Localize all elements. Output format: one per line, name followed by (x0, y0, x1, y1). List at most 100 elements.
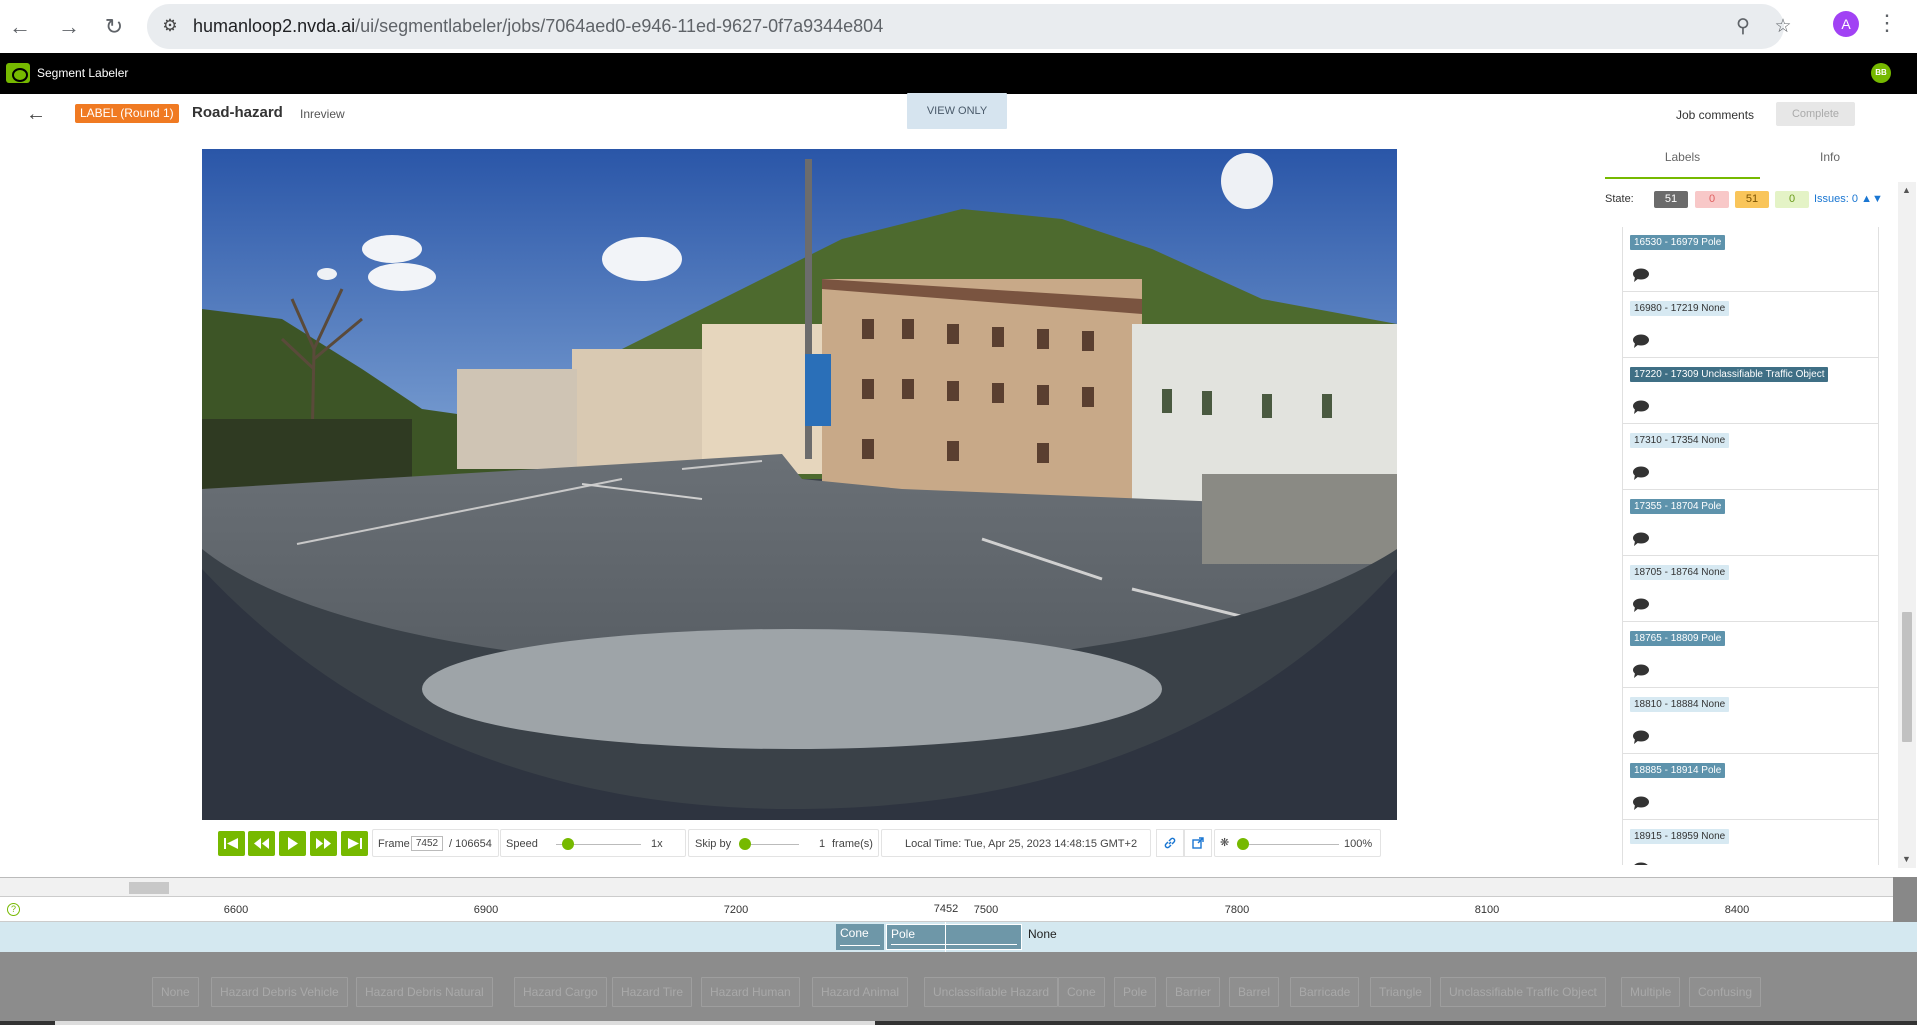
bookmark-star-icon[interactable]: ☆ (1771, 15, 1795, 39)
brightness-slider-knob[interactable] (1237, 838, 1249, 850)
segment-none[interactable]: None (1028, 927, 1057, 941)
segment-pole[interactable]: Pole (886, 924, 1022, 950)
view-only-button[interactable]: VIEW ONLY (907, 93, 1007, 129)
tab-info[interactable]: Info (1760, 145, 1900, 179)
class-button-hazard-animal[interactable]: Hazard Animal (812, 977, 909, 1007)
class-button-cone[interactable]: Cone (1058, 977, 1105, 1007)
label-list-item[interactable]: 18915 - 18959 None (1623, 820, 1878, 865)
comment-icon[interactable] (1632, 532, 1650, 546)
state-chip-done[interactable]: 0 (1775, 191, 1809, 208)
link-icon[interactable] (1156, 829, 1184, 857)
state-chip-total[interactable]: 51 (1654, 191, 1688, 208)
scrollbar-thumb[interactable] (1902, 612, 1912, 742)
label-list-item[interactable]: 18765 - 18809 Pole (1623, 622, 1878, 688)
label-list-item[interactable]: 17355 - 18704 Pole (1623, 490, 1878, 556)
class-button-multiple[interactable]: Multiple (1621, 977, 1681, 1007)
label-range-tag[interactable]: 18705 - 18764 None (1630, 565, 1730, 580)
label-range-tag[interactable]: 18915 - 18959 None (1630, 829, 1730, 844)
address-bar[interactable]: ⚙ humanloop2.nvda.ai/ui/segmentlabeler/j… (147, 4, 1792, 49)
issues-up-icon[interactable]: ▲ (1861, 193, 1872, 205)
brightness-icon: ❋ (1220, 837, 1230, 849)
back-arrow-icon[interactable]: ← (26, 103, 46, 126)
label-list-item[interactable]: 17220 - 17309 Unclassifiable Traffic Obj… (1623, 358, 1878, 424)
timeline-scrollbar-thumb[interactable] (129, 882, 169, 894)
issues-down-icon[interactable]: ▼ (1872, 193, 1883, 205)
scroll-down-icon[interactable]: ▼ (1902, 854, 1911, 864)
zoom-icon[interactable]: ⚲ (1731, 15, 1755, 39)
issues-count[interactable]: Issues: 0 ▲▼ (1814, 193, 1883, 205)
class-button-hazard-tire[interactable]: Hazard Tire (612, 977, 693, 1007)
comment-icon[interactable] (1632, 862, 1650, 865)
label-list-item[interactable]: 18810 - 18884 None (1623, 688, 1878, 754)
comment-icon[interactable] (1632, 598, 1650, 612)
job-comments-link[interactable]: Job comments (1676, 108, 1754, 122)
frame-input[interactable]: 7452 (411, 836, 443, 851)
comment-icon[interactable] (1632, 730, 1650, 744)
state-chip-error[interactable]: 0 (1695, 191, 1729, 208)
class-button-triangle[interactable]: Triangle (1370, 977, 1431, 1007)
segment-cone[interactable]: Cone (836, 924, 884, 950)
label-range-tag[interactable]: 18765 - 18809 Pole (1630, 631, 1726, 646)
label-range-tag[interactable]: 17220 - 17309 Unclassifiable Traffic Obj… (1630, 367, 1829, 382)
help-icon[interactable]: ? (7, 903, 20, 916)
tab-labels[interactable]: Labels (1605, 145, 1760, 179)
comment-icon[interactable] (1632, 268, 1650, 282)
tick-label: 8400 (1724, 904, 1750, 916)
label-range-tag[interactable]: 18810 - 18884 None (1630, 697, 1730, 712)
label-range-tag[interactable]: 16980 - 17219 None (1630, 301, 1730, 316)
class-button-hazard-human[interactable]: Hazard Human (701, 977, 800, 1007)
class-button-confusing[interactable]: Confusing (1689, 977, 1762, 1007)
class-button-none[interactable]: None (152, 977, 199, 1007)
scroll-up-icon[interactable]: ▲ (1902, 185, 1911, 195)
class-button-barrier[interactable]: Barrier (1166, 977, 1221, 1007)
user-avatar[interactable]: BB (1871, 63, 1891, 83)
rewind-button[interactable] (248, 831, 275, 856)
speed-slider-knob[interactable] (562, 838, 574, 850)
class-button-unclassifiable-hazard[interactable]: Unclassifiable Hazard (924, 977, 1059, 1007)
comment-icon[interactable] (1632, 664, 1650, 678)
label-list-item[interactable]: 17310 - 17354 None (1623, 424, 1878, 490)
comment-icon[interactable] (1632, 796, 1650, 810)
class-button-hazard-cargo[interactable]: Hazard Cargo (514, 977, 607, 1007)
label-range-tag[interactable]: 16530 - 16979 Pole (1630, 235, 1726, 250)
timeline-ruler[interactable]: ? 6600 6900 7200 7500 7800 8100 8400 745… (0, 897, 1893, 922)
first-frame-button[interactable] (218, 831, 245, 856)
label-range-tag[interactable]: 17355 - 18704 Pole (1630, 499, 1726, 514)
label-list-item[interactable]: 16530 - 16979 Pole (1623, 227, 1878, 292)
video-frame[interactable] (202, 149, 1397, 820)
class-button-pole[interactable]: Pole (1114, 977, 1157, 1007)
state-label: State: (1605, 193, 1634, 205)
play-button[interactable] (279, 831, 306, 856)
site-info-icon[interactable]: ⚙ (159, 16, 181, 38)
complete-button[interactable]: Complete (1776, 102, 1855, 126)
class-button-hazard-debris-natural[interactable]: Hazard Debris Natural (356, 977, 493, 1007)
segment-track[interactable]: Cone Pole None (0, 922, 1917, 952)
class-button-unclassifiable-traffic-object[interactable]: Unclassifiable Traffic Object (1440, 977, 1606, 1007)
fast-forward-button[interactable] (310, 831, 337, 856)
comment-icon[interactable] (1632, 334, 1650, 348)
brightness-slider-track[interactable] (1239, 844, 1339, 845)
browser-menu-icon[interactable]: ⋮ (1876, 10, 1898, 36)
open-external-icon[interactable] (1184, 829, 1212, 857)
forward-icon[interactable]: → (55, 13, 83, 41)
url-text[interactable]: humanloop2.nvda.ai/ui/segmentlabeler/job… (193, 16, 883, 37)
back-icon[interactable]: ← (6, 13, 34, 41)
comment-icon[interactable] (1632, 466, 1650, 480)
profile-avatar[interactable]: A (1833, 11, 1859, 37)
skip-slider-knob[interactable] (739, 838, 751, 850)
state-chip-pending[interactable]: 51 (1735, 191, 1769, 208)
label-range-tag[interactable]: 18885 - 18914 Pole (1630, 763, 1726, 778)
label-list-item[interactable]: 18885 - 18914 Pole (1623, 754, 1878, 820)
reload-icon[interactable]: ↻ (100, 13, 128, 41)
comment-icon[interactable] (1632, 400, 1650, 414)
class-button-barrel[interactable]: Barrel (1229, 977, 1280, 1007)
class-button-hazard-debris-vehicle[interactable]: Hazard Debris Vehicle (211, 977, 348, 1007)
brightness-value: 100% (1344, 838, 1373, 850)
last-frame-button[interactable] (341, 831, 368, 856)
timeline-scrollbar[interactable] (0, 877, 1893, 897)
label-range-tag[interactable]: 17310 - 17354 None (1630, 433, 1730, 448)
label-list-item[interactable]: 18705 - 18764 None (1623, 556, 1878, 622)
label-list-scrollbar[interactable]: ▲ ▼ (1898, 182, 1916, 868)
label-list-item[interactable]: 16980 - 17219 None (1623, 292, 1878, 358)
class-button-barricade[interactable]: Barricade (1290, 977, 1360, 1007)
